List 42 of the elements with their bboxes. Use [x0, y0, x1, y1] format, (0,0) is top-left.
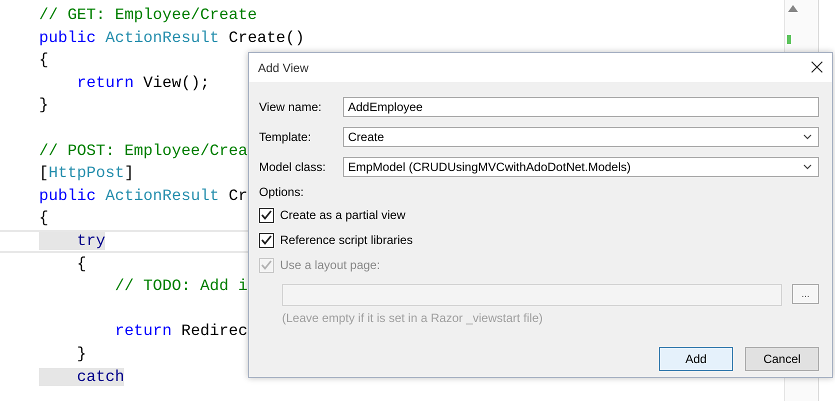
- field-label: View name:: [259, 100, 322, 114]
- view-name-field[interactable]: AddEmployee: [343, 97, 819, 117]
- change-marker: [787, 35, 791, 44]
- code-token: {: [76, 254, 86, 273]
- code-token: {: [39, 51, 48, 70]
- checkmark-icon: [261, 235, 272, 245]
- checkmark-icon: [261, 260, 272, 270]
- code-token: ActionResult: [105, 28, 220, 47]
- checkbox[interactable]: Reference script libraries: [259, 232, 819, 248]
- checkbox[interactable]: Create as a partial view: [259, 207, 819, 223]
- code-token: return: [114, 322, 172, 340]
- dropdown[interactable]: Create: [343, 127, 819, 147]
- code-token: Create(): [228, 28, 304, 47]
- code-token: {: [39, 209, 48, 228]
- chevron-down-icon[interactable]: [803, 134, 812, 140]
- dropdown[interactable]: EmpModel (CRUDUsingMVCwithAdoDotNet.Models): [343, 157, 819, 177]
- code-token: // TODO: Add i: [114, 277, 248, 296]
- code-token: catch: [39, 368, 124, 386]
- close-button[interactable]: ×: [802, 53, 832, 82]
- options-label: Options:: [259, 185, 305, 199]
- code-token: Cr: [228, 186, 248, 205]
- code-token: Redirec: [181, 322, 248, 340]
- code-token: return: [76, 74, 134, 92]
- dialog-button[interactable]: Add: [659, 347, 733, 371]
- code-token: }: [76, 344, 86, 363]
- code-token: }: [39, 96, 48, 114]
- field-label: Model class:: [259, 160, 327, 174]
- dialog-button[interactable]: Cancel: [745, 347, 819, 371]
- code-token: // GET: Employee/Create: [39, 6, 258, 24]
- chevron-down-icon[interactable]: [803, 164, 812, 170]
- code-token: public: [39, 28, 96, 47]
- dialog-title: Add View: [258, 60, 308, 74]
- code-token: try: [39, 232, 106, 250]
- code-token: View();: [143, 74, 210, 92]
- code-token: // POST: Employee/Crea: [39, 142, 248, 160]
- checkmark-icon: [261, 210, 272, 220]
- code-token: ActionResult: [105, 186, 220, 205]
- hint-text: (Leave empty if it is set in a Razor _viewstart file): [282, 311, 544, 325]
- code-token: public: [39, 186, 96, 205]
- code-token: [HttpPost]: [39, 164, 134, 182]
- field-label: Template:: [259, 130, 312, 144]
- scroll-up-icon[interactable]: [788, 5, 798, 12]
